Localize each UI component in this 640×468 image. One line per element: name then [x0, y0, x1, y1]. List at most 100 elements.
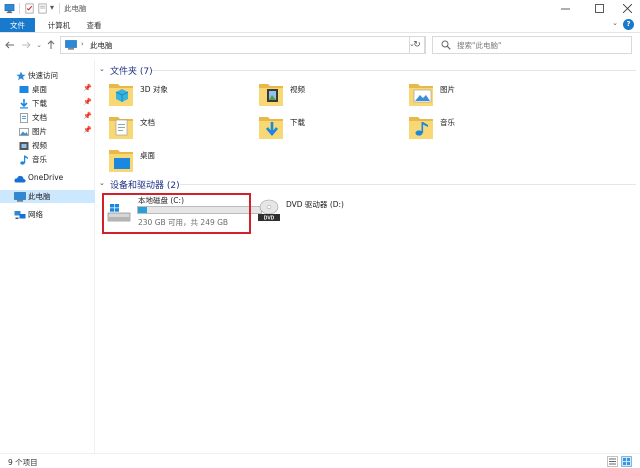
sidebar-item-documents[interactable]: 文档 📌 — [0, 111, 95, 124]
toolbar-separator — [19, 3, 20, 14]
sidebar-label: 文档 — [32, 113, 47, 122]
status-bar: 9 个项目 — [0, 453, 640, 468]
sidebar-label: OneDrive — [28, 173, 64, 182]
sidebar-label: 下载 — [32, 99, 47, 108]
folder-label: 图片 — [440, 85, 455, 94]
ribbon-tabs: 文件 计算机 查看 ⌄ ? — [0, 17, 640, 33]
address-bar[interactable]: › 此电脑 ⌄ — [60, 36, 426, 54]
sidebar-label: 网络 — [28, 210, 43, 219]
title-bar: ▾ 此电脑 — [0, 0, 640, 17]
sidebar-item-pictures[interactable]: 图片 📌 — [0, 125, 95, 138]
pictures-icon — [19, 127, 29, 136]
tab-computer[interactable]: 计算机 — [40, 18, 78, 32]
music-icon — [20, 155, 28, 165]
pin-icon[interactable]: 📌 — [83, 126, 92, 134]
folder-label: 文档 — [140, 118, 155, 127]
group-title: 文件夹 (7) — [110, 67, 153, 77]
3d-objects-icon — [109, 84, 133, 106]
highlight-box — [102, 193, 251, 234]
up-button[interactable] — [45, 38, 57, 52]
toolbar-separator — [59, 3, 60, 14]
tab-view[interactable]: 查看 — [79, 18, 109, 32]
sidebar-label: 此电脑 — [28, 192, 51, 201]
recent-locations-dropdown[interactable]: ⌄ — [33, 38, 45, 52]
help-icon[interactable]: ? — [623, 19, 634, 30]
sidebar-label: 图片 — [32, 127, 47, 136]
breadcrumb-this-pc[interactable]: 此电脑 — [90, 40, 113, 51]
sidebar-item-network[interactable]: 网络 — [0, 208, 95, 221]
minimize-icon — [560, 8, 570, 10]
folder-label: 下载 — [290, 118, 305, 127]
close-button[interactable] — [612, 0, 640, 17]
maximize-button[interactable] — [584, 0, 614, 17]
new-folder-icon[interactable] — [37, 3, 48, 14]
folder-item-desktop[interactable]: 桌面 — [108, 146, 258, 176]
desktop-icon — [19, 85, 29, 93]
videos-icon — [19, 141, 29, 150]
pin-icon[interactable]: 📌 — [83, 112, 92, 120]
group-divider — [180, 184, 636, 185]
folder-item-downloads[interactable]: 下载 — [258, 113, 408, 143]
back-arrow-icon — [5, 41, 14, 49]
onedrive-cloud-icon — [14, 175, 26, 182]
group-header-folders[interactable]: ⌄ 文件夹 (7) — [96, 63, 636, 77]
group-header-devices[interactable]: ⌄ 设备和驱动器 (2) — [96, 177, 636, 191]
maximize-icon — [594, 4, 604, 13]
forward-arrow-icon — [22, 41, 31, 49]
this-pc-icon[interactable] — [4, 3, 15, 14]
search-box[interactable]: 搜索"此电脑" — [432, 36, 632, 54]
download-icon — [259, 117, 283, 139]
sidebar-item-videos[interactable]: 视频 — [0, 139, 95, 152]
drive-label: DVD 驱动器 (D:) — [286, 200, 344, 209]
folder-item-music[interactable]: 音乐 — [408, 113, 558, 143]
sidebar-item-desktop[interactable]: 桌面 📌 — [0, 83, 95, 96]
pictures-icon — [409, 84, 433, 106]
collapse-chevron-icon[interactable]: ⌄ — [99, 179, 105, 187]
details-view-icon[interactable] — [607, 456, 618, 467]
pin-icon[interactable]: 📌 — [83, 84, 92, 92]
large-icons-view-icon[interactable] — [621, 456, 632, 467]
group-divider — [152, 70, 636, 71]
sidebar-label: 快速访问 — [28, 71, 58, 80]
sidebar-label: 桌面 — [32, 85, 47, 94]
svg-text:DVD: DVD — [264, 216, 275, 222]
documents-icon — [109, 117, 133, 139]
forward-button[interactable] — [20, 38, 32, 52]
group-title: 设备和驱动器 (2) — [110, 181, 180, 191]
minimize-button[interactable] — [550, 0, 580, 17]
folder-item-3d-objects[interactable]: 3D 对象 — [108, 80, 258, 110]
dvd-drive-icon: DVD — [258, 199, 280, 222]
folder-item-videos[interactable]: 视频 — [258, 80, 408, 110]
this-pc-icon — [65, 40, 77, 50]
search-input[interactable]: 搜索"此电脑" — [457, 40, 501, 51]
drive-item-dvd[interactable]: DVD DVD 驱动器 (D:) — [256, 195, 406, 231]
network-icon — [14, 210, 26, 219]
sidebar-item-this-pc[interactable]: 此电脑 — [0, 190, 95, 203]
window-title: 此电脑 — [64, 4, 87, 13]
content-pane: ⌄ 文件夹 (7) 3D 对象 视频 图片 文档 下载 音乐 桌面 ⌄ 设备和驱… — [96, 60, 640, 453]
sidebar-item-quick-access[interactable]: 快速访问 — [0, 69, 95, 82]
desktop-icon — [109, 150, 133, 172]
documents-icon — [20, 112, 28, 123]
expand-ribbon-icon[interactable]: ⌄ — [612, 19, 618, 27]
sidebar-item-music[interactable]: 音乐 — [0, 153, 95, 166]
navigation-pane: 快速访问 桌面 📌 下载 📌 文档 📌 图片 📌 视频 音乐 OneDrive … — [0, 60, 95, 453]
tab-file[interactable]: 文件 — [0, 18, 35, 32]
sidebar-item-downloads[interactable]: 下载 📌 — [0, 97, 95, 110]
music-icon — [409, 117, 433, 139]
sidebar-label: 音乐 — [32, 155, 47, 164]
videos-icon — [259, 84, 283, 106]
folder-item-documents[interactable]: 文档 — [108, 113, 258, 143]
folder-label: 音乐 — [440, 118, 455, 127]
folder-item-pictures[interactable]: 图片 — [408, 80, 558, 110]
breadcrumb-chevron-icon[interactable]: › — [81, 40, 84, 48]
properties-icon[interactable] — [24, 3, 35, 14]
navigation-bar: ⌄ › 此电脑 ⌄ ↻ 搜索"此电脑" — [0, 33, 640, 58]
collapse-chevron-icon[interactable]: ⌄ — [99, 65, 105, 73]
back-button[interactable] — [4, 38, 16, 52]
pin-icon[interactable]: 📌 — [83, 98, 92, 106]
refresh-button[interactable]: ↻ — [409, 36, 425, 54]
folder-label: 桌面 — [140, 151, 155, 160]
sidebar-item-onedrive[interactable]: OneDrive — [0, 172, 95, 185]
close-icon — [622, 4, 632, 13]
